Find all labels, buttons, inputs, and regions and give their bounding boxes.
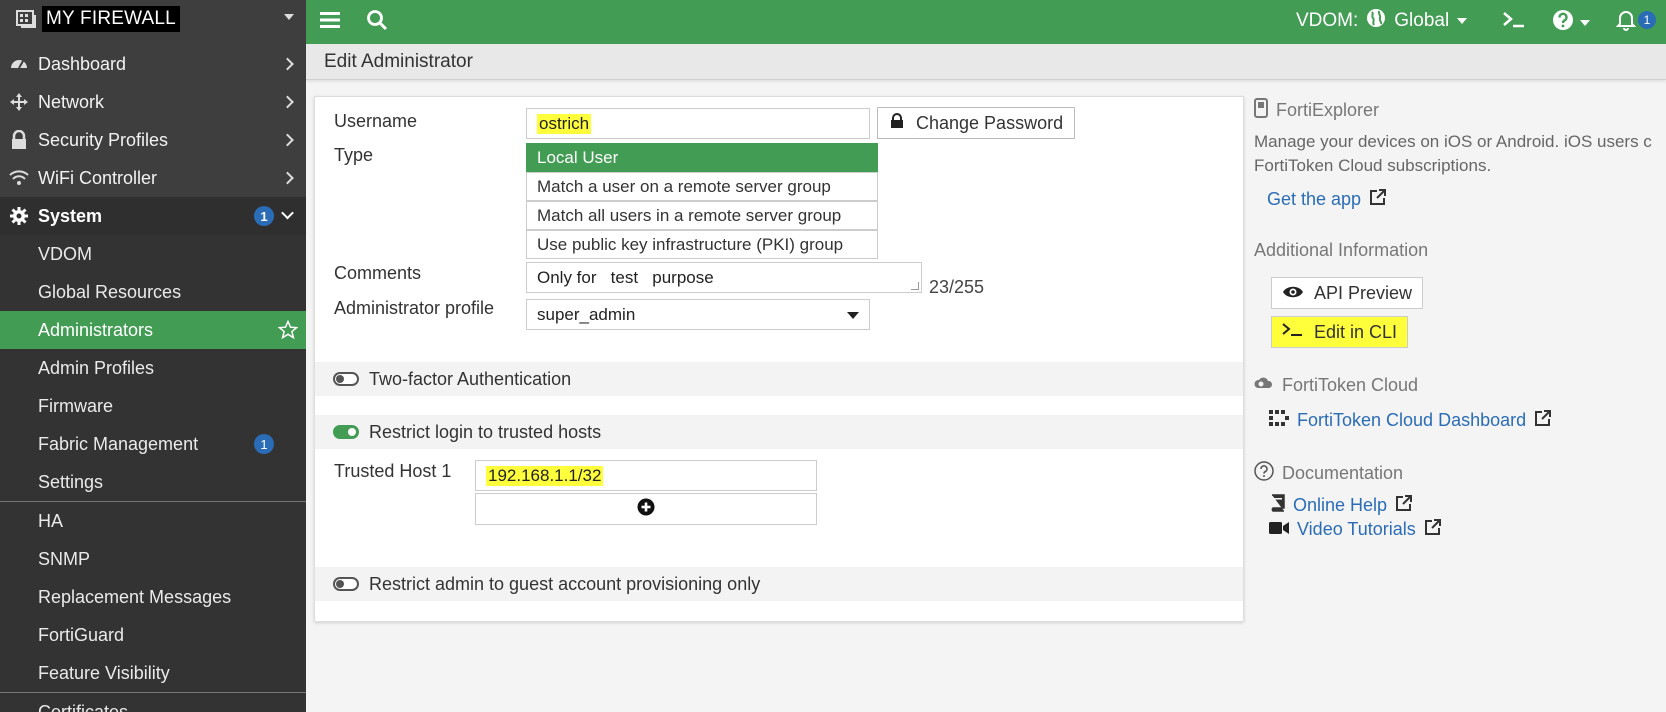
sidebar-item-vdom[interactable]: VDOM [0,235,306,273]
star-icon[interactable] [277,319,299,345]
admin-profile-select[interactable]: super_admin [526,299,870,330]
sidebar-item-global-resources[interactable]: Global Resources [0,273,306,311]
notification-badge: 1 [254,206,274,226]
eye-icon [1282,283,1304,304]
sidebar-item-admin-profiles[interactable]: Admin Profiles [0,349,306,387]
help-icon [1552,9,1574,36]
resize-handle[interactable] [911,282,919,290]
top-bar: VDOM: Global 1 [306,0,1666,44]
admin-profile-label: Administrator profile [334,298,495,318]
sidebar-item-security-profiles[interactable]: Security Profiles [0,121,306,159]
system-submenu: VDOM Global Resources Administrators Adm… [0,235,306,712]
chevron-down-icon [1457,18,1468,24]
external-link-icon [1395,494,1413,517]
lock-icon [890,112,904,134]
get-the-app-link[interactable]: Get the app [1267,188,1387,211]
documentation-heading: Documentation [1254,461,1403,486]
sidebar-item-system[interactable]: System 1 [0,197,306,235]
type-label: Type [334,145,374,165]
bell-icon[interactable] [1615,9,1637,36]
external-link-icon [1424,518,1442,541]
globe-icon [1366,8,1386,34]
network-move-icon [0,92,38,112]
username-input[interactable]: ostrich [526,108,870,139]
sidebar-item-ha[interactable]: HA [0,502,306,540]
fortitoken-cloud-icon [1254,374,1274,397]
two-factor-toggle[interactable] [333,372,359,386]
video-tutorials-link[interactable]: Video Tutorials [1269,518,1442,541]
vdom-selector[interactable]: VDOM: Global [1296,8,1468,34]
sidebar-item-replacement-messages[interactable]: Replacement Messages [0,578,306,616]
firewall-logo-icon [12,5,40,33]
api-preview-button[interactable]: API Preview [1271,277,1424,309]
restrict-guest-row: Restrict admin to guest account provisio… [315,567,1243,601]
sidebar-item-feature-visibility[interactable]: Feature Visibility [0,654,306,692]
trusted-host-input[interactable]: 192.168.1.1/32 [475,460,817,491]
cli-console-icon [1282,322,1304,343]
dashboard-icon [0,54,38,74]
lock-icon [0,130,38,150]
type-option-local-user[interactable]: Local User [526,143,878,172]
hamburger-menu-icon[interactable] [320,11,340,34]
comments-textarea[interactable]: Only for test purpose [526,262,922,293]
mobile-device-icon [1254,98,1268,123]
brand[interactable]: MY FIREWALL [0,0,306,38]
chevron-down-icon [1580,19,1590,26]
type-option-remote-group[interactable]: Match all users in a remote server group [526,201,878,230]
fortitoken-cloud-heading: FortiToken Cloud [1254,374,1418,397]
trusted-host-label: Trusted Host 1 [334,461,452,481]
sidebar-item-dashboard[interactable]: Dashboard [0,45,306,83]
sidebar-item-fabric-management[interactable]: Fabric Management 1 [0,425,306,463]
external-link-icon [1369,188,1387,211]
brand-name: MY FIREWALL [42,6,180,32]
additional-info-heading: Additional Information [1254,240,1429,260]
forti-explorer-description: Manage your devices on iOS or Android. i… [1254,132,1652,175]
restrict-guest-toggle[interactable] [333,577,359,591]
forti-explorer-heading: FortiExplorer [1254,98,1379,123]
add-trusted-host-button[interactable] [475,493,817,525]
change-password-button[interactable]: Change Password [877,107,1075,139]
search-icon[interactable] [366,9,388,36]
wifi-icon [0,169,38,187]
type-option-remote-user[interactable]: Match a user on a remote server group [526,172,878,201]
notification-badge: 1 [1638,11,1656,29]
help-menu[interactable] [1552,9,1590,36]
cli-console-icon[interactable] [1502,10,1526,35]
edit-administrator-form: Username ostrich Change Password Type Lo… [314,96,1244,622]
sidebar: MY FIREWALL Dashboard Network Security P… [0,0,306,712]
sidebar-item-snmp[interactable]: SNMP [0,540,306,578]
video-camera-icon [1269,519,1289,540]
type-option-pki-group[interactable]: Use public key infrastructure (PKI) grou… [526,230,878,259]
two-factor-row: Two-factor Authentication [315,362,1243,396]
online-help-link[interactable]: Online Help [1269,494,1413,517]
comments-char-counter: 23/255 [929,277,985,297]
page-title: Edit Administrator [324,51,473,72]
sidebar-item-fortiguard[interactable]: FortiGuard [0,616,306,654]
restrict-hosts-toggle[interactable] [333,425,359,439]
comments-label: Comments [334,263,422,283]
fortitoken-cloud-dashboard-link[interactable]: FortiToken Cloud Dashboard [1269,409,1552,432]
external-link-icon [1534,409,1552,432]
sidebar-item-administrators[interactable]: Administrators [0,311,306,349]
sidebar-item-wifi-controller[interactable]: WiFi Controller [0,159,306,197]
book-icon [1269,494,1285,517]
question-circle-icon [1254,461,1274,486]
chevron-down-icon[interactable] [284,14,294,20]
sidebar-item-firmware[interactable]: Firmware [0,387,306,425]
plus-circle-icon [637,498,655,521]
sidebar-item-settings[interactable]: Settings [0,463,306,501]
notification-badge: 1 [254,434,274,454]
dashboard-grid-icon [1269,410,1289,431]
chevron-down-icon [847,312,859,319]
gear-icon [0,206,38,226]
sidebar-item-certificates[interactable]: Certificates [0,693,306,712]
page-header: Edit Administrator [306,44,1666,80]
edit-in-cli-button[interactable]: Edit in CLI [1271,316,1409,348]
sidebar-item-network[interactable]: Network [0,83,306,121]
username-label: Username [334,111,418,131]
restrict-hosts-row: Restrict login to trusted hosts [315,415,1243,449]
right-info-panel: FortiExplorer Manage your devices on iOS… [1254,92,1666,592]
